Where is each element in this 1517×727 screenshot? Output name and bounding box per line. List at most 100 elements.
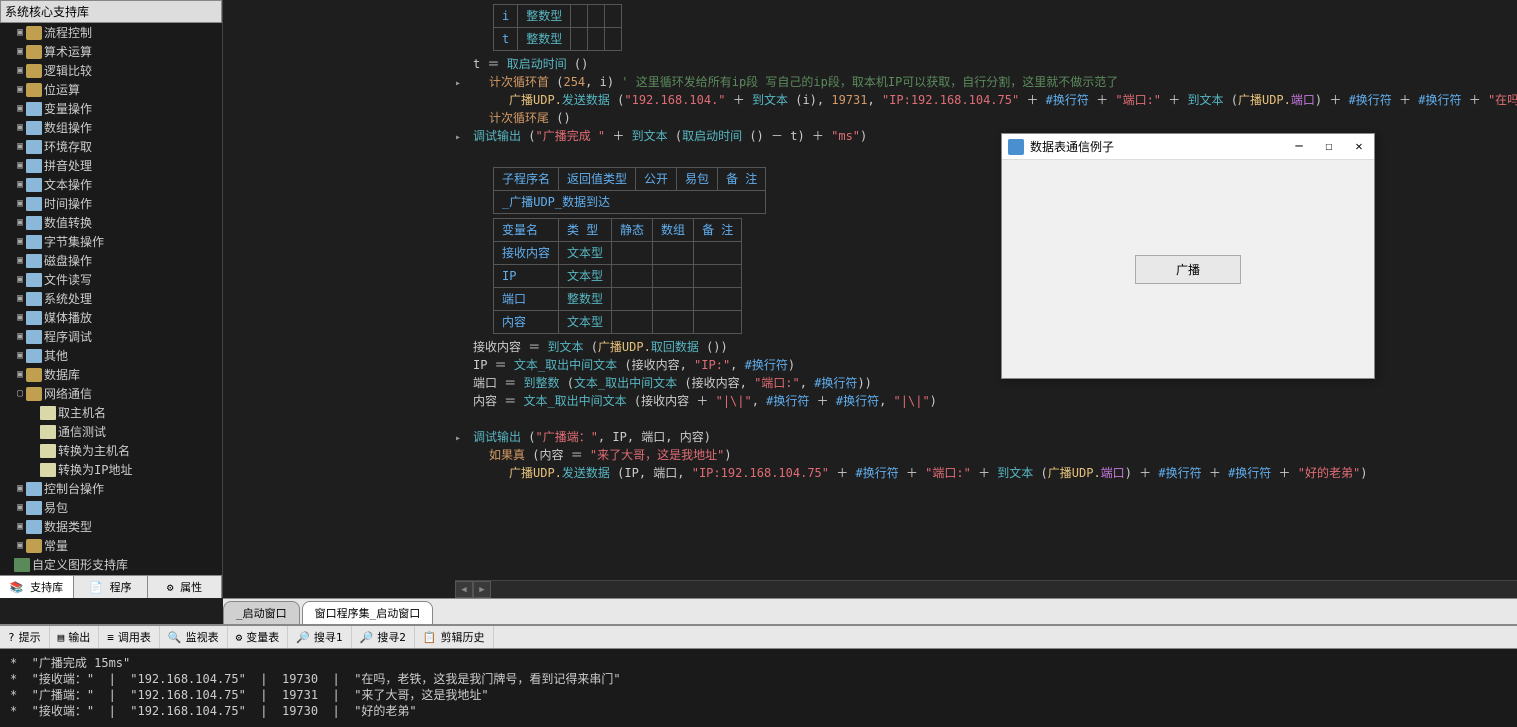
gear-icon: ⚙: [167, 581, 180, 594]
tree-item[interactable]: ▣ 拼音处理: [0, 156, 222, 175]
expand-icon[interactable]: ▣: [14, 103, 26, 114]
tree-item[interactable]: ▣算术运算: [0, 42, 222, 61]
tab-start-window[interactable]: _启动窗口: [223, 601, 300, 624]
app-icon: [1008, 139, 1024, 155]
tree-item[interactable]: ▣数组操作: [0, 118, 222, 137]
close-icon[interactable]: ✕: [1350, 138, 1368, 156]
folder-icon: [26, 83, 42, 97]
tree-item[interactable]: ▣程序调试: [0, 327, 222, 346]
tree-item[interactable]: ▣流程控制: [0, 23, 222, 42]
sidebar-tab-props[interactable]: ⚙ 属性: [148, 576, 222, 598]
tree-item[interactable]: ▣环境存取: [0, 137, 222, 156]
output-icon: ▤: [58, 631, 65, 644]
tree-item[interactable]: ▣常量: [0, 536, 222, 555]
popup-titlebar[interactable]: 数据表通信例子 ─ ☐ ✕: [1002, 134, 1374, 160]
toolbar-calltable[interactable]: ≡调用表: [99, 626, 160, 648]
maximize-icon[interactable]: ☐: [1320, 138, 1338, 156]
tree-label: 拼音处理: [44, 157, 92, 174]
expand-icon[interactable]: ▣: [14, 122, 26, 133]
tree-item[interactable]: ▣磁盘操作: [0, 251, 222, 270]
scroll-right-icon[interactable]: ▶: [473, 581, 491, 598]
tab-window-procset[interactable]: 窗口程序集_启动窗口: [302, 601, 434, 624]
tree-item[interactable]: ▣变量操作: [0, 99, 222, 118]
expand-icon[interactable]: ▣: [14, 483, 26, 494]
tree-item[interactable]: ▣其他: [0, 346, 222, 365]
clipboard-icon: 📋: [423, 631, 437, 644]
toolbar-search1[interactable]: 🔎搜寻1: [288, 626, 351, 648]
expand-icon[interactable]: ▣: [14, 502, 26, 513]
tree-label: 位运算: [44, 81, 80, 98]
page-icon: [26, 520, 42, 534]
code-line: 内容 ＝ 文本_取出中间文本 (接收内容 ＋ "|\|", #换行符 ＋ #换行…: [473, 392, 1509, 410]
find-icon: 🔎: [360, 631, 374, 644]
scroll-left-icon[interactable]: ◀: [455, 581, 473, 598]
expand-icon[interactable]: ▣: [14, 46, 26, 57]
expand-icon[interactable]: ▣: [14, 350, 26, 361]
expand-icon[interactable]: ▣: [14, 255, 26, 266]
expand-icon[interactable]: ▣: [14, 217, 26, 228]
expand-icon[interactable]: ▣: [14, 274, 26, 285]
sidebar-tab-program[interactable]: 📄 程序: [74, 576, 148, 598]
tree-item[interactable]: ▣文件读写: [0, 270, 222, 289]
fold-marker-icon[interactable]: [455, 129, 461, 147]
fold-marker-icon[interactable]: [455, 430, 461, 448]
expand-icon[interactable]: ▣: [14, 65, 26, 76]
toolbar-search2[interactable]: 🔎搜寻2: [352, 626, 415, 648]
expand-icon[interactable]: ▣: [14, 198, 26, 209]
code-line: 计次循环尾 (): [473, 109, 1509, 127]
expand-icon[interactable]: ▢: [14, 388, 26, 399]
tree-item[interactable]: ▣系统处理: [0, 289, 222, 308]
toolbar-vartable[interactable]: ⚙变量表: [228, 626, 289, 648]
horizontal-scrollbar[interactable]: ◀ ▶: [455, 580, 1517, 598]
code-line: t ＝ 取启动时间 (): [473, 55, 1509, 73]
tree-item[interactable]: ▣ 数值转换: [0, 213, 222, 232]
tree-item[interactable]: 取主机名: [0, 403, 222, 422]
tree-item[interactable]: ▣媒体播放: [0, 308, 222, 327]
page-icon: [26, 159, 42, 173]
page-icon: [26, 349, 42, 363]
expand-icon[interactable]: ▣: [14, 141, 26, 152]
toolbar-cliphistory[interactable]: 📋剪辑历史: [415, 626, 494, 648]
sidebar-tab-support[interactable]: 📚 支持库: [0, 576, 74, 598]
book-icon: 📚: [10, 581, 30, 594]
tree-item[interactable]: 自定义图形支持库: [0, 555, 222, 574]
tree-item[interactable]: ▣数据类型: [0, 517, 222, 536]
tree-item[interactable]: 转换为IP地址: [0, 460, 222, 479]
expand-icon[interactable]: ▣: [14, 160, 26, 171]
broadcast-button[interactable]: 广播: [1135, 255, 1241, 284]
expand-icon[interactable]: ▣: [14, 27, 26, 38]
output-console[interactable]: * "广播完成 15ms" * "接收端：" | "192.168.104.75…: [0, 649, 1517, 727]
page-icon: [26, 121, 42, 135]
bottom-toolbar: ?提示 ▤输出 ≡调用表 🔍监视表 ⚙变量表 🔎搜寻1 🔎搜寻2 📋剪辑历史: [0, 626, 1517, 649]
expand-icon[interactable]: ▣: [14, 293, 26, 304]
tree-item[interactable]: ▢网络通信: [0, 384, 222, 403]
tree-item[interactable]: ▣文本操作: [0, 175, 222, 194]
tree-item[interactable]: ▣字节集操作: [0, 232, 222, 251]
expand-icon[interactable]: ▣: [14, 236, 26, 247]
minimize-icon[interactable]: ─: [1290, 138, 1308, 156]
expand-icon[interactable]: ▣: [14, 540, 26, 551]
tree-item[interactable]: ▣逻辑比较: [0, 61, 222, 80]
expand-icon[interactable]: ▣: [14, 331, 26, 342]
tree-item[interactable]: 转换为主机名: [0, 441, 222, 460]
tree-item[interactable]: ▣控制台操作: [0, 479, 222, 498]
toolbar-watch[interactable]: 🔍监视表: [160, 626, 228, 648]
expand-icon[interactable]: ▣: [14, 369, 26, 380]
tree-item[interactable]: ▣时间操作: [0, 194, 222, 213]
toolbar-hint[interactable]: ?提示: [0, 626, 50, 648]
code-editor[interactable]: i整数型 t整数型 t ＝ 取启动时间 () 计次循环首 (254, i) ' …: [223, 0, 1517, 598]
code-line: 广播UDP.发送数据 (IP, 端口, "IP:192.168.104.75" …: [473, 464, 1509, 482]
page-icon: [26, 330, 42, 344]
code-line: 如果真 (内容 ＝ "来了大哥，这是我地址"): [473, 446, 1509, 464]
tree-item[interactable]: ▣易包: [0, 498, 222, 517]
expand-icon[interactable]: ▣: [14, 521, 26, 532]
fold-marker-icon[interactable]: [455, 75, 461, 93]
tree-label: 数值转换: [44, 214, 92, 231]
expand-icon[interactable]: ▣: [14, 312, 26, 323]
expand-icon[interactable]: ▣: [14, 84, 26, 95]
tree-item[interactable]: 通信测试: [0, 422, 222, 441]
tree-item[interactable]: ▣ 位运算: [0, 80, 222, 99]
toolbar-output[interactable]: ▤输出: [50, 626, 100, 648]
expand-icon[interactable]: ▣: [14, 179, 26, 190]
tree-item[interactable]: ▣数据库: [0, 365, 222, 384]
